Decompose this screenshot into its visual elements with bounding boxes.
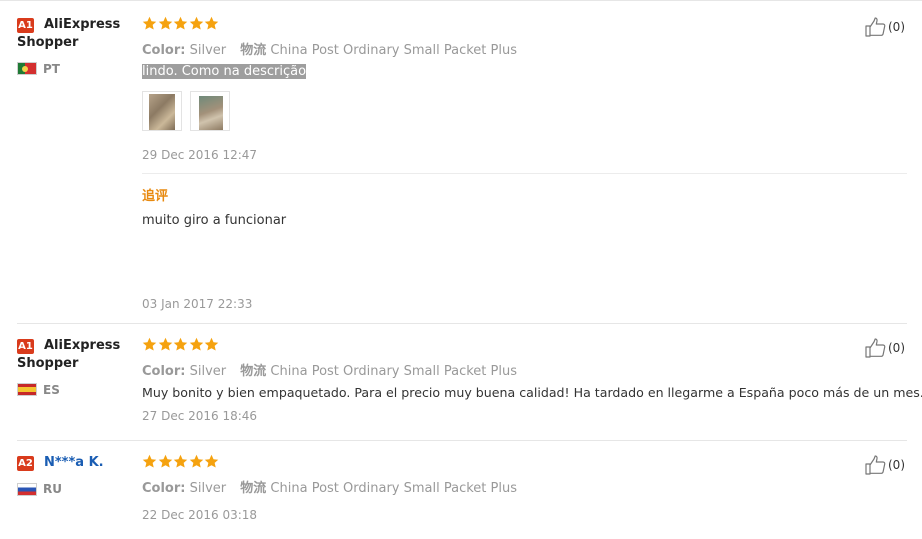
order-info: Color: Silver 物流 China Post Ordinary Sma… — [142, 360, 517, 379]
star-icon — [173, 454, 188, 468]
star-icon — [158, 337, 172, 351]
shipping-label: 物流 — [240, 481, 267, 496]
review-text: Muy bonito y bien empaquetado. Para el p… — [142, 385, 922, 400]
helpful-count: (0) — [888, 341, 905, 355]
follow-up-text: muito giro a funcionar — [142, 213, 287, 228]
selected-text: lindo. Como na descrição — [142, 64, 307, 79]
review-divider — [17, 323, 907, 324]
reviewer-country: ES — [43, 383, 60, 397]
color-label: Color: — [142, 364, 186, 379]
review-divider — [17, 440, 907, 441]
helpful-button[interactable]: (0) — [865, 338, 905, 358]
helpful-button[interactable]: (0) — [865, 455, 905, 475]
follow-up-date: 03 Jan 2017 22:33 — [142, 297, 253, 311]
star-rating — [142, 337, 220, 355]
review-text: lindo. Como na descrição — [142, 64, 307, 79]
shipping-value: China Post Ordinary Small Packet Plus — [270, 364, 517, 379]
star-icon — [189, 337, 203, 351]
star-icon — [142, 337, 157, 351]
follow-up-label: 追评 — [142, 189, 169, 204]
reviewer-name[interactable]: AliExpress Shopper — [17, 16, 127, 52]
review-photo-thumbnail[interactable] — [190, 91, 230, 131]
star-icon — [173, 16, 188, 30]
append-divider — [142, 173, 907, 174]
flag-russia-icon — [17, 483, 37, 496]
star-rating — [142, 454, 220, 472]
helpful-count: (0) — [888, 20, 905, 34]
color-value: Silver — [189, 364, 227, 379]
flag-spain-icon — [17, 383, 37, 396]
color-value: Silver — [189, 481, 227, 496]
star-icon — [142, 454, 157, 468]
star-icon — [204, 454, 219, 468]
color-label: Color: — [142, 481, 186, 496]
thumbs-up-icon — [865, 338, 886, 358]
review-date: 27 Dec 2016 18:46 — [142, 409, 258, 423]
helpful-count: (0) — [888, 458, 905, 472]
star-rating — [142, 16, 220, 34]
star-icon — [173, 337, 188, 351]
shipping-value: China Post Ordinary Small Packet Plus — [270, 481, 517, 496]
shipping-label: 物流 — [240, 364, 267, 379]
shipping-label: 物流 — [240, 43, 267, 58]
reviewer-country: PT — [43, 62, 60, 76]
shipping-value: China Post Ordinary Small Packet Plus — [270, 43, 517, 58]
thumbs-up-icon — [865, 455, 886, 475]
star-icon — [158, 16, 172, 30]
star-icon — [204, 337, 219, 351]
reviewer-name[interactable]: N***a K. — [17, 454, 127, 472]
helpful-button[interactable]: (0) — [865, 17, 905, 37]
star-icon — [158, 454, 172, 468]
review-date: 29 Dec 2016 12:47 — [142, 148, 258, 162]
star-icon — [142, 16, 157, 30]
review-photo-thumbnail[interactable] — [142, 91, 182, 131]
reviewer-name[interactable]: AliExpress Shopper — [17, 337, 127, 373]
order-info: Color: Silver 物流 China Post Ordinary Sma… — [142, 477, 517, 496]
color-value: Silver — [189, 43, 227, 58]
color-label: Color: — [142, 43, 186, 58]
top-divider — [0, 0, 922, 3]
reviewer-country: RU — [43, 482, 62, 496]
star-icon — [189, 16, 203, 30]
thumbs-up-icon — [865, 17, 886, 37]
flag-portugal-icon — [17, 62, 37, 75]
star-icon — [204, 16, 219, 30]
order-info: Color: Silver 物流 China Post Ordinary Sma… — [142, 39, 517, 58]
star-icon — [189, 454, 203, 468]
review-date: 22 Dec 2016 03:18 — [142, 508, 258, 522]
